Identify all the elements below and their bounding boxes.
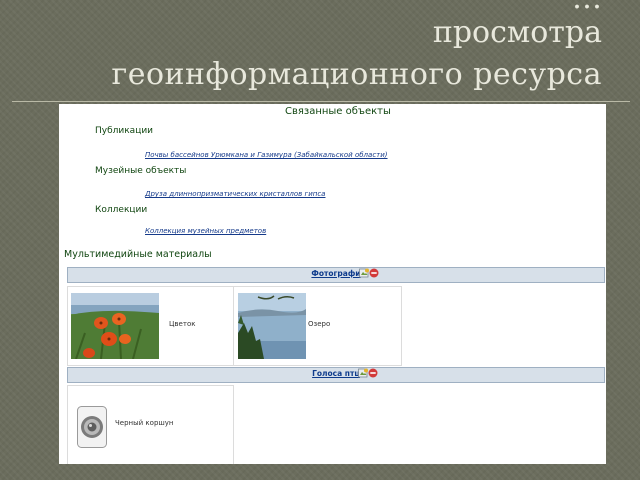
bird-voices-section-title[interactable]: Голоса птц: [68, 369, 604, 378]
slide-title-line-3: геоинформационного ресурса: [111, 57, 602, 92]
slide-title-line-2: просмотра: [432, 15, 602, 50]
black-kite-label: Черный коршун: [115, 419, 174, 427]
flower-label: Цветок: [169, 320, 196, 328]
media-card-flower[interactable]: Цветок: [67, 286, 234, 366]
flower-photo: [71, 293, 159, 359]
lake-label: Озеро: [308, 320, 331, 328]
publications-heading: Публикации: [95, 126, 154, 136]
web-page-screenshot: Связанные объекты Публикации Почвы бассе…: [59, 104, 606, 464]
audio-speaker-icon[interactable]: [77, 406, 107, 448]
add-media-icon[interactable]: [358, 368, 368, 378]
delete-icon[interactable]: [369, 268, 379, 278]
photos-bar-icons: [359, 268, 379, 287]
add-media-icon[interactable]: [359, 268, 369, 278]
title-divider: [12, 101, 630, 102]
museum-object-link[interactable]: Друза длиннопризматических кристаллов ги…: [145, 190, 325, 198]
publication-link[interactable]: Почвы бассейнов Урюмкана и Газимура (Заб…: [145, 151, 388, 159]
multimedia-header: Мультимедийные материалы: [64, 249, 212, 260]
linked-objects-header: Связанные объекты: [285, 106, 391, 117]
delete-icon[interactable]: [368, 368, 378, 378]
collection-link[interactable]: Коллекция музейных предметов: [145, 227, 266, 235]
photos-section-title[interactable]: Фотографи: [68, 269, 604, 278]
media-card-black-kite[interactable]: Черный коршун: [67, 385, 234, 464]
lake-photo: [238, 293, 306, 359]
museum-objects-heading: Музейные объекты: [95, 166, 187, 176]
bird-voices-section-bar: Голоса птц: [67, 367, 605, 383]
media-card-lake[interactable]: Озеро: [233, 286, 402, 366]
bird-voices-bar-icons: [358, 368, 378, 387]
collections-heading: Коллекции: [95, 205, 148, 215]
photos-section-bar: Фотографи: [67, 267, 605, 283]
